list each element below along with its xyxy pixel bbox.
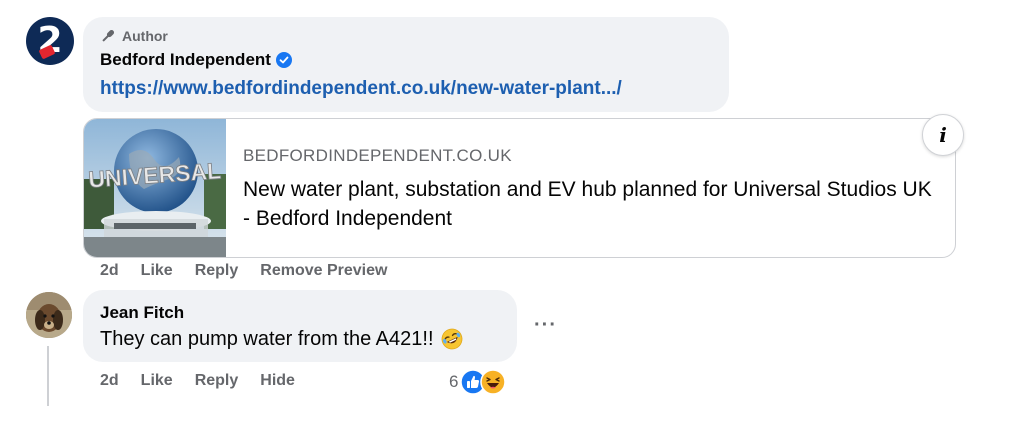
thread-line: [47, 346, 49, 406]
reaction-count: 6: [449, 372, 459, 391]
haha-icon: [480, 369, 507, 395]
reply-button[interactable]: Reply: [195, 262, 239, 280]
rofl-emoji-icon: [441, 328, 462, 350]
author-badge-label: Author: [122, 28, 168, 44]
remove-preview-button[interactable]: Remove Preview: [260, 262, 387, 280]
comment-timestamp[interactable]: 2d: [100, 372, 119, 390]
hide-button[interactable]: Hide: [260, 372, 295, 390]
comment-link[interactable]: https://www.bedfordindependent.co.uk/new…: [100, 78, 622, 100]
author-badge: Author: [100, 27, 168, 45]
comment-text-body: They can pump water from the A421!!: [100, 327, 434, 350]
preview-thumbnail: UNIVERSAL: [84, 119, 226, 257]
comment-actions: 2d Like Reply Remove Preview: [100, 262, 409, 280]
comment-actions: 2d Like Reply Hide: [100, 372, 317, 390]
commenter-name[interactable]: Bedford Independent: [100, 50, 292, 70]
preview-domain: BEDFORDINDEPENDENT.CO.UK: [243, 146, 512, 165]
dog-photo-icon: [26, 292, 72, 338]
comment-timestamp[interactable]: 2d: [100, 262, 119, 280]
commenter-avatar[interactable]: [26, 292, 72, 338]
comment-text: They can pump water from the A421!!: [100, 327, 464, 351]
like-button[interactable]: Like: [141, 262, 173, 280]
page-logo-icon: 2: [37, 20, 63, 61]
commenter-name[interactable]: Jean Fitch: [100, 303, 184, 323]
author-avatar[interactable]: 2: [26, 17, 74, 65]
info-button[interactable]: i: [922, 114, 964, 156]
info-icon: i: [939, 123, 947, 147]
like-button[interactable]: Like: [141, 372, 173, 390]
reply-button[interactable]: Reply: [195, 372, 239, 390]
more-options-button[interactable]: ···: [534, 315, 558, 335]
commenter-name-text[interactable]: Bedford Independent: [100, 50, 271, 70]
reply-comment-bubble: [83, 290, 517, 362]
preview-title[interactable]: New water plant, substation and EV hub p…: [243, 175, 933, 233]
microphone-icon: [102, 29, 115, 42]
verified-badge-icon: [275, 52, 292, 68]
reaction-summary[interactable]: 6: [449, 369, 507, 395]
